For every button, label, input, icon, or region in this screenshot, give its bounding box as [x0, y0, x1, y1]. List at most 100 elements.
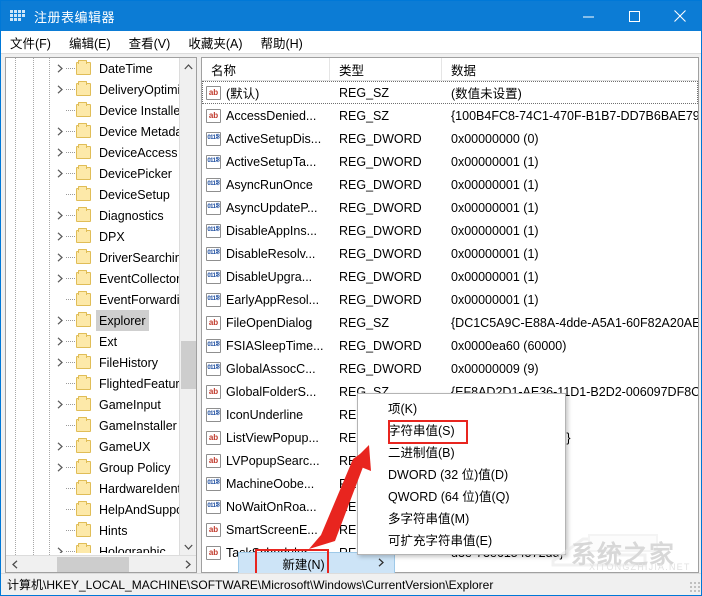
column-header-name[interactable]: 名称	[202, 58, 330, 81]
chevron-right-icon[interactable]	[54, 226, 66, 247]
cell-data: 0x00000001 (1)	[451, 292, 539, 307]
maximize-button[interactable]	[611, 1, 657, 31]
tree-item-group-policy[interactable]: Group Policy	[6, 457, 179, 478]
chevron-right-icon[interactable]	[54, 142, 66, 163]
dword-value-icon	[206, 476, 221, 491]
table-row[interactable]: DisableAppIns... REG_DWORD 0x00000001 (1)	[202, 219, 698, 242]
chevron-right-icon[interactable]	[54, 79, 66, 100]
table-row[interactable]: DisableUpgra... REG_DWORD 0x00000001 (1)	[202, 265, 698, 288]
menu-edit[interactable]: 编辑(E)	[69, 31, 120, 54]
tree-item-dpx[interactable]: DPX	[6, 226, 179, 247]
tree-scroll-up-icon[interactable]	[180, 58, 196, 75]
chevron-right-icon[interactable]	[54, 268, 66, 289]
chevron-right-icon[interactable]	[54, 352, 66, 373]
column-header-type[interactable]: 类型	[330, 58, 442, 81]
tree-horizontal-scrollbar[interactable]	[6, 555, 196, 572]
tree-item-explorer[interactable]: Explorer	[6, 310, 179, 331]
chevron-right-icon[interactable]	[54, 163, 66, 184]
dword-value-icon	[206, 246, 221, 261]
tree-item-label: Holographic	[99, 544, 166, 554]
tree-hscroll-thumb[interactable]	[57, 557, 129, 572]
tree-item-devicepicker[interactable]: DevicePicker	[6, 163, 179, 184]
tree-scroll-area[interactable]: DateTime DeliveryOptimiza Device Installer…	[6, 58, 179, 553]
tree-connector	[66, 68, 76, 69]
tree-item-flightedfeatures[interactable]: FlightedFeatures	[6, 373, 179, 394]
tree-item-datetime[interactable]: DateTime	[6, 58, 179, 79]
table-row[interactable]: GlobalAssocC... REG_DWORD 0x00000009 (9)	[202, 357, 698, 380]
table-row[interactable]: FileOpenDialog REG_SZ {DC1C5A9C-E88A-4dde-…	[202, 311, 698, 334]
menu-favorites[interactable]: 收藏夹(A)	[188, 31, 251, 54]
chevron-right-icon[interactable]	[54, 436, 66, 457]
chevron-right-icon[interactable]	[54, 310, 66, 331]
table-row[interactable]: AsyncUpdateP... REG_DWORD 0x00000001 (1)	[202, 196, 698, 219]
tree-item-ext[interactable]: Ext	[6, 331, 179, 352]
chevron-right-icon[interactable]	[54, 541, 66, 553]
table-row[interactable]: AsyncRunOnce REG_DWORD 0x00000001 (1)	[202, 173, 698, 196]
minimize-button[interactable]	[565, 1, 611, 31]
chevron-right-icon[interactable]	[54, 205, 66, 226]
menu-file[interactable]: 文件(F)	[10, 31, 60, 54]
cell-type: REG_DWORD	[339, 131, 422, 146]
tree-item-label: DeliveryOptimiza	[99, 82, 179, 97]
tree-item-gameux[interactable]: GameUX	[6, 436, 179, 457]
table-row[interactable]: EarlyAppResol... REG_DWORD 0x00000001 (1)	[202, 288, 698, 311]
column-header-data[interactable]: 数据	[442, 58, 698, 81]
tree-item-diagnostics[interactable]: Diagnostics	[6, 205, 179, 226]
tree-item-filehistory[interactable]: FileHistory	[6, 352, 179, 373]
chevron-right-icon[interactable]	[54, 394, 66, 415]
tree-item-deviceaccess[interactable]: DeviceAccess	[6, 142, 179, 163]
tree-scroll-thumb[interactable]	[181, 341, 196, 389]
table-row[interactable]: DisableResolv... REG_DWORD 0x00000001 (1)	[202, 242, 698, 265]
table-row[interactable]: AccessDenied... REG_SZ {100B4FC8-74C1-470F…	[202, 104, 698, 127]
tree-item-label: Group Policy	[99, 460, 171, 475]
tree-item-driversearching[interactable]: DriverSearching	[6, 247, 179, 268]
string-value-icon	[206, 315, 221, 330]
chevron-right-icon[interactable]	[54, 58, 66, 79]
ctx-new-dword-value[interactable]: DWORD (32 位)值(D)	[358, 462, 565, 484]
value-name: AsyncRunOnce	[226, 177, 313, 192]
tree-item-gameinput[interactable]: GameInput	[6, 394, 179, 415]
tree-scroll-right-icon[interactable]	[179, 556, 196, 572]
ctx-new-string-value[interactable]: 字符串值(S)	[358, 418, 565, 440]
tree-item-device-metadata[interactable]: Device Metadata	[6, 121, 179, 142]
resize-grip-icon[interactable]	[689, 581, 701, 593]
tree-item-eventforwarding[interactable]: EventForwarding	[6, 289, 179, 310]
tree-item-device-installer[interactable]: Device Installer	[6, 100, 179, 121]
cell-name: NoWaitOnRoa...	[202, 499, 330, 514]
value-name: (默认)	[226, 87, 260, 101]
tree-item-helpandsupport[interactable]: HelpAndSupport	[6, 499, 179, 520]
chevron-right-icon[interactable]	[54, 457, 66, 478]
chevron-right-icon[interactable]	[54, 331, 66, 352]
tree-item-gameinstaller[interactable]: GameInstaller	[6, 415, 179, 436]
ctx-new-binary-value[interactable]: 二进制值(B)	[358, 440, 565, 462]
ctx-new-qword-value[interactable]: QWORD (64 位)值(Q)	[358, 484, 565, 506]
tree-item-label: Device Metadata	[99, 124, 179, 139]
tree-connector	[66, 404, 76, 405]
title-bar[interactable]: 注册表编辑器	[1, 1, 701, 31]
cell-name: ListViewPopup...	[202, 430, 330, 445]
ctx-new-key[interactable]: 项(K)	[358, 396, 565, 418]
new-submenu-item[interactable]: 新建(N)	[238, 552, 395, 575]
tree-vertical-scrollbar[interactable]	[179, 58, 196, 555]
tree-scroll-down-icon[interactable]	[180, 538, 196, 555]
tree-item-holographic[interactable]: Holographic	[6, 541, 179, 553]
ctx-new-expandable[interactable]: 可扩充字符串值(E)	[358, 528, 565, 550]
close-button[interactable]	[657, 1, 701, 31]
tree-scroll-left-icon[interactable]	[6, 556, 23, 572]
tree-item-hardwareidentifi[interactable]: HardwareIdentifi	[6, 478, 179, 499]
cell-name: SmartScreenE...	[202, 522, 330, 537]
table-row[interactable]: (默认) REG_SZ (数值未设置)	[202, 81, 698, 104]
table-row[interactable]: FSIASleepTime... REG_DWORD 0x0000ea60 (600…	[202, 334, 698, 357]
ctx-new-multi-string[interactable]: 多字符串值(M)	[358, 506, 565, 528]
tree-item-deliveryoptimiza[interactable]: DeliveryOptimiza	[6, 79, 179, 100]
chevron-right-icon[interactable]	[54, 121, 66, 142]
chevron-right-icon[interactable]	[54, 247, 66, 268]
table-row[interactable]: ActiveSetupTa... REG_DWORD 0x00000001 (1)	[202, 150, 698, 173]
menu-view[interactable]: 查看(V)	[129, 31, 180, 54]
tree-item-devicesetup[interactable]: DeviceSetup	[6, 184, 179, 205]
cell-name: FileOpenDialog	[202, 315, 330, 330]
tree-item-eventcollector[interactable]: EventCollector	[6, 268, 179, 289]
table-row[interactable]: ActiveSetupDis... REG_DWORD 0x00000000 (0)	[202, 127, 698, 150]
tree-item-hints[interactable]: Hints	[6, 520, 179, 541]
menu-help[interactable]: 帮助(H)	[260, 31, 311, 54]
